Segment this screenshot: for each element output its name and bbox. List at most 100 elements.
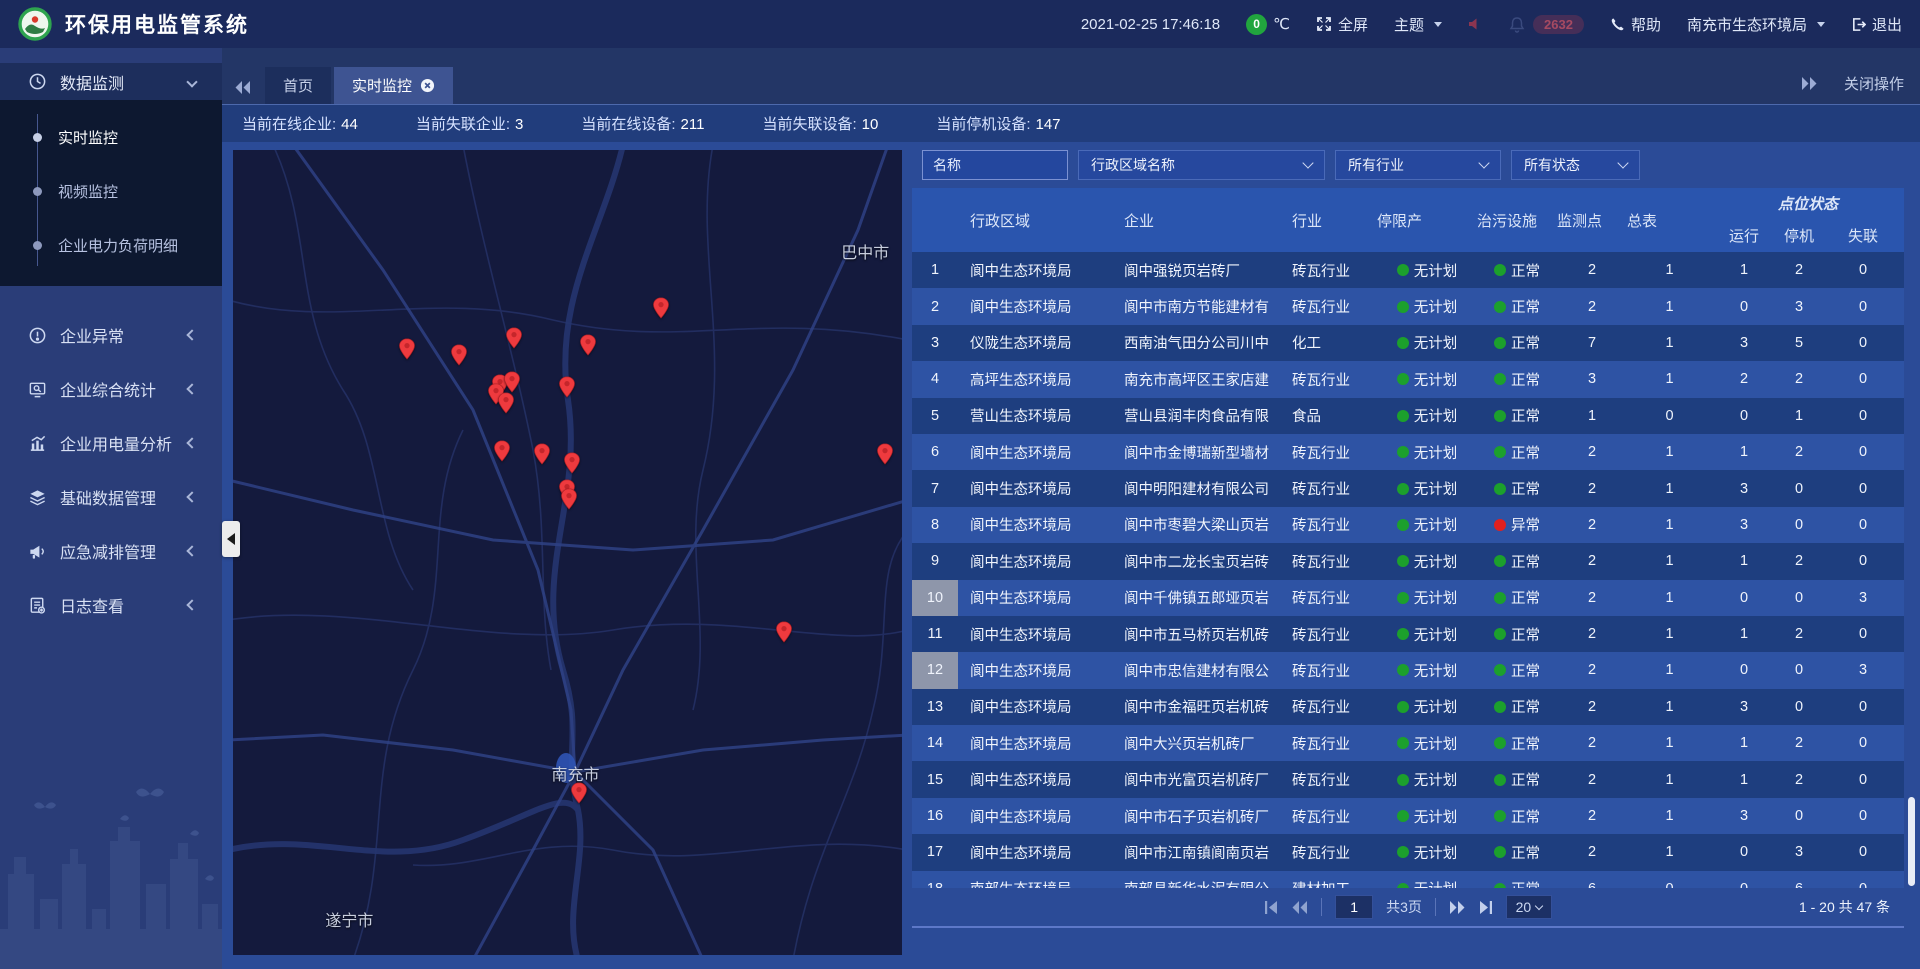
sidebar-item[interactable]: 企业用电量分析 (0, 416, 222, 470)
treatment-status-cell: 正常 (1477, 689, 1557, 725)
status-dot-icon (1397, 810, 1409, 822)
table-row[interactable]: 10阆中生态环境局阆中千佛镇五郎垭页岩砖瓦行业无计划正常21003 (912, 580, 1904, 616)
table-row[interactable]: 6阆中生态环境局阆中市金博瑞新型墙材砖瓦行业无计划正常21120 (912, 434, 1904, 470)
map-marker-pin[interactable] (558, 376, 575, 403)
tab-realtime-monitor[interactable]: 实时监控 (334, 67, 453, 104)
map-marker-pin[interactable] (560, 488, 577, 515)
table-row[interactable]: 8阆中生态环境局阆中市枣碧大梁山页岩砖瓦行业无计划异常21300 (912, 507, 1904, 543)
table-row[interactable]: 16阆中生态环境局阆中市石子页岩机砖厂砖瓦行业无计划正常21300 (912, 798, 1904, 834)
stop-limit-status-cell: 无计划 (1377, 689, 1477, 725)
theme-dropdown[interactable]: 主题 (1394, 14, 1442, 35)
map-marker-pin[interactable] (579, 334, 596, 361)
sidebar-subitem[interactable]: 实时监控 (0, 110, 222, 164)
table-scrollbar-thumb[interactable] (1908, 797, 1915, 886)
logout-button[interactable]: 退出 (1851, 14, 1902, 35)
table-row[interactable]: 11阆中生态环境局阆中市五马桥页岩机砖砖瓦行业无计划正常21120 (912, 616, 1904, 652)
offline-count-cell: 0 (1822, 325, 1904, 361)
map-marker-pin[interactable] (497, 392, 514, 419)
tab-home[interactable]: 首页 (265, 67, 331, 104)
stopped-count-cell: 3 (1776, 834, 1822, 870)
industry-cell: 砖瓦行业 (1280, 507, 1377, 543)
next-page-button[interactable] (1449, 901, 1466, 914)
mute-button[interactable] (1468, 17, 1483, 31)
table-row[interactable]: 4高坪生态环境局南充市高坪区王家店建砖瓦行业无计划正常31220 (912, 361, 1904, 397)
double-chevron-right-icon (1801, 77, 1818, 90)
offline-count-cell: 0 (1822, 616, 1904, 652)
map-marker-pin[interactable] (493, 440, 510, 467)
map-marker-pin[interactable] (877, 443, 894, 470)
first-page-button[interactable] (1264, 901, 1278, 914)
sidebar-subitem[interactable]: 视频监控 (0, 164, 222, 218)
sidebar-item[interactable]: 应急减排管理 (0, 524, 222, 578)
industry-cell: 砖瓦行业 (1280, 252, 1377, 288)
row-index-cell: 12 (912, 652, 958, 688)
stat-item: 当前失联设备:10 (762, 113, 878, 134)
stopped-count-cell: 2 (1776, 434, 1822, 470)
close-icon[interactable] (420, 78, 435, 93)
help-button[interactable]: 帮助 (1610, 14, 1661, 35)
status-filter-select[interactable]: 所有状态 (1511, 150, 1640, 180)
table-row[interactable]: 12阆中生态环境局阆中市忠信建材有限公砖瓦行业无计划正常21003 (912, 652, 1904, 688)
table-row[interactable]: 17阆中生态环境局阆中市江南镇阆南页岩砖瓦行业无计划正常21030 (912, 834, 1904, 870)
notifications-button[interactable]: 2632 (1509, 15, 1584, 34)
offline-count-cell: 0 (1822, 543, 1904, 579)
close-operations-button[interactable]: 关闭操作 (1844, 73, 1904, 94)
region-cell: 营山生态环境局 (958, 398, 1112, 434)
tabs-scroll-right-button[interactable] (1801, 77, 1818, 90)
sidebar-item[interactable]: 基础数据管理 (0, 470, 222, 524)
treatment-status-cell: 正常 (1477, 761, 1557, 797)
table-row[interactable]: 9阆中生态环境局阆中市二龙长宝页岩砖砖瓦行业无计划正常21120 (912, 543, 1904, 579)
last-page-button[interactable] (1479, 901, 1493, 914)
map-marker-pin[interactable] (505, 327, 522, 354)
sidebar-group-header[interactable]: 数据监测 (0, 63, 222, 100)
table-row[interactable]: 5营山生态环境局营山县润丰肉食品有限食品无计划正常10010 (912, 398, 1904, 434)
stat-item: 当前失联企业:3 (416, 113, 524, 134)
sidebar-item[interactable]: 日志查看 (0, 578, 222, 632)
stop-limit-status-cell: 无计划 (1377, 798, 1477, 834)
table-row[interactable]: 18南部生态环境局南部县新华水泥有限公建材加工无计划正常60060 (912, 871, 1904, 888)
sidebar-subitem[interactable]: 企业电力负荷明细 (0, 218, 222, 272)
page-number-input[interactable] (1335, 895, 1373, 919)
row-index-cell: 15 (912, 761, 958, 797)
offline-count-cell: 0 (1822, 725, 1904, 761)
previous-page-button[interactable] (1291, 901, 1308, 914)
tabs-scroll-left-button[interactable] (234, 81, 251, 94)
user-name: 南充市生态环境局 (1687, 14, 1807, 35)
sidebar-item[interactable]: 企业综合统计 (0, 362, 222, 416)
stat-label: 当前失联企业: (416, 116, 510, 133)
map-marker-pin[interactable] (776, 621, 793, 648)
page-size-select[interactable]: 20 (1506, 895, 1552, 919)
sidebar-collapse-handle[interactable] (222, 521, 240, 557)
table-row[interactable]: 14阆中生态环境局阆中大兴页岩机砖厂砖瓦行业无计划正常21120 (912, 725, 1904, 761)
table-row[interactable]: 1阆中生态环境局阆中强锐页岩砖厂砖瓦行业无计划正常21120 (912, 252, 1904, 288)
chevron-down-icon (1478, 157, 1489, 168)
name-filter-input[interactable] (922, 150, 1068, 180)
offline-count-cell: 0 (1822, 434, 1904, 470)
map-panel[interactable]: 巴中市南充市遂宁市 (233, 150, 902, 955)
map-marker-pin[interactable] (398, 338, 415, 365)
map-marker-pin[interactable] (570, 782, 587, 809)
map-marker-pin[interactable] (653, 297, 670, 324)
table-row[interactable]: 2阆中生态环境局阆中市南方节能建材有砖瓦行业无计划正常21030 (912, 288, 1904, 324)
map-marker-pin[interactable] (534, 443, 551, 470)
col-header-running: 运行 (1712, 218, 1776, 252)
stat-label: 当前在线设备: (581, 116, 675, 133)
table-row[interactable]: 15阆中生态环境局阆中市光富页岩机砖厂砖瓦行业无计划正常21120 (912, 761, 1904, 797)
table-row[interactable]: 3仪陇生态环境局西南油气田分公司川中化工无计划正常71350 (912, 325, 1904, 361)
table-row[interactable]: 7阆中生态环境局阆中明阳建材有限公司砖瓦行业无计划正常21300 (912, 470, 1904, 506)
industry-cell: 砖瓦行业 (1280, 288, 1377, 324)
region-cell: 阆中生态环境局 (958, 616, 1112, 652)
chevron-left-icon (186, 599, 197, 610)
stop-limit-status-cell: 无计划 (1377, 398, 1477, 434)
bell-icon (1509, 16, 1525, 33)
fullscreen-button[interactable]: 全屏 (1316, 14, 1368, 35)
region-filter-select[interactable]: 行政区域名称 (1078, 150, 1325, 180)
industry-filter-select[interactable]: 所有行业 (1335, 150, 1501, 180)
offline-count-cell: 0 (1822, 761, 1904, 797)
map-marker-pin[interactable] (564, 452, 581, 479)
table-row[interactable]: 13阆中生态环境局阆中市金福旺页岩机砖砖瓦行业无计划正常21300 (912, 689, 1904, 725)
user-dropdown[interactable]: 南充市生态环境局 (1687, 14, 1825, 35)
row-index-cell: 17 (912, 834, 958, 870)
map-marker-pin[interactable] (451, 344, 468, 371)
sidebar-item[interactable]: 企业异常 (0, 308, 222, 362)
